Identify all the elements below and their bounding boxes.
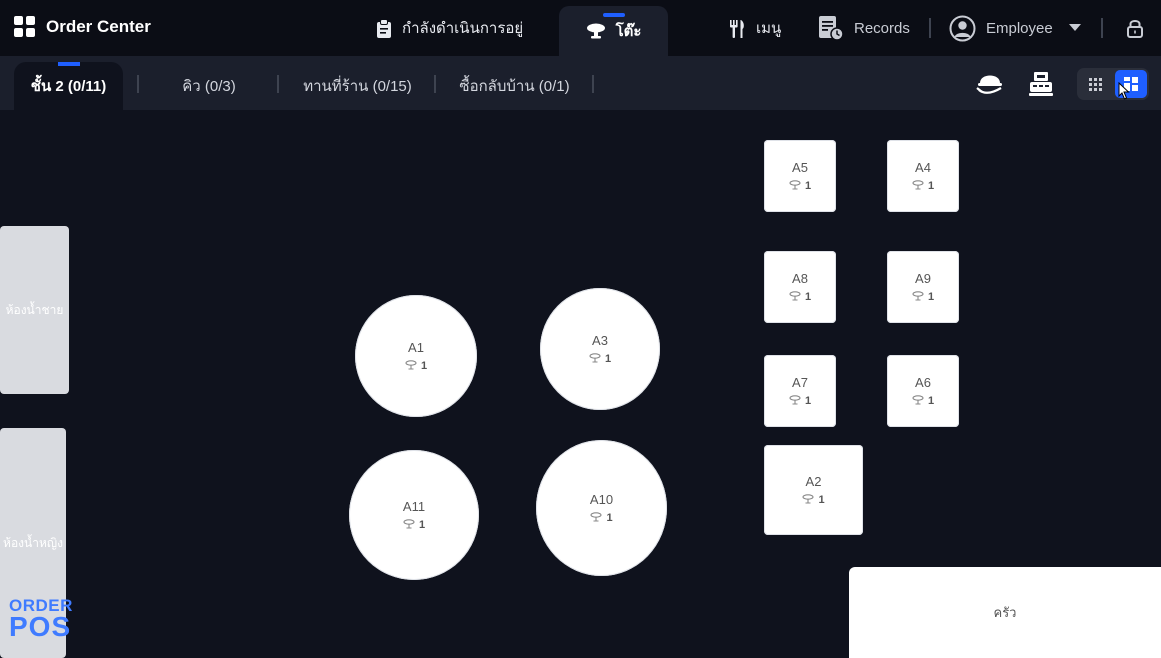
table-name: A9: [915, 270, 931, 286]
table-name: A8: [792, 270, 808, 286]
table-a7[interactable]: A7 1: [764, 355, 836, 427]
app-title: Order Center: [46, 16, 151, 36]
mouse-cursor-icon: [1118, 81, 1130, 105]
active-tab-indicator: [57, 62, 80, 66]
divider: [434, 75, 436, 93]
kitchen-area: ครัว: [849, 567, 1161, 658]
cutlery-icon: [728, 19, 746, 38]
view-mode-toggle: [1077, 68, 1149, 100]
tab-label: ชั้น 2 (0/11): [30, 78, 107, 95]
seat-count: 1: [589, 352, 611, 366]
table-a4[interactable]: A4 1: [887, 140, 959, 212]
table-seat-icon: [789, 394, 801, 408]
table-name: A1: [408, 339, 424, 355]
table-a9[interactable]: A9 1: [887, 251, 959, 323]
user-avatar-icon: [949, 15, 976, 42]
table-seat-icon: [802, 493, 814, 507]
chevron-down-icon: [1068, 24, 1081, 32]
records-icon: [818, 15, 844, 41]
tab-takeaway[interactable]: ซื้อกลับบ้าน (0/1): [447, 62, 582, 110]
tab-label: ทานที่ร้าน (0/15): [303, 78, 412, 95]
nav-item-in-progress[interactable]: กำลังดำเนินการอยู่: [376, 0, 523, 56]
divider: [277, 75, 279, 93]
clipboard-icon: [376, 18, 392, 38]
table-seat-icon: [912, 394, 924, 408]
table-name: A11: [402, 498, 426, 514]
table-seat-icon: [590, 511, 602, 525]
user-menu[interactable]: Employee: [949, 0, 1081, 56]
table-seat-icon: [589, 352, 601, 366]
tab-label: คิว (0/3): [182, 78, 236, 95]
table-a2[interactable]: A2 1: [764, 445, 863, 535]
table-name: A6: [915, 374, 931, 390]
table-name: A5: [792, 159, 808, 175]
nav-item-menu[interactable]: เมนู: [728, 0, 781, 56]
apps-grid-icon: [14, 16, 35, 37]
orderpos-logo: ORDER POS: [9, 597, 73, 643]
tab-dine-in[interactable]: ทานที่ร้าน (0/15): [290, 62, 425, 110]
table-seat-icon: [789, 290, 801, 304]
room-label: ห้องน้ำชาย: [5, 302, 64, 317]
nav-label: Records: [854, 19, 910, 37]
app-brand[interactable]: Order Center: [14, 16, 151, 37]
room-label: ครัว: [993, 605, 1017, 620]
nav-label: โต๊ะ: [615, 23, 642, 40]
lock-icon[interactable]: [1124, 17, 1146, 39]
grid-view-icon[interactable]: [1079, 70, 1111, 98]
divider: [592, 75, 594, 93]
table-seat-icon: [912, 179, 924, 193]
table-name: A2: [805, 473, 822, 489]
seat-count: 1: [405, 359, 427, 373]
seat-count: 1: [590, 511, 613, 525]
tab-floor-2[interactable]: ชั้น 2 (0/11): [14, 62, 123, 110]
table-a11[interactable]: A11 1: [349, 450, 479, 580]
table-seat-icon: [403, 518, 415, 532]
table-name: A3: [592, 332, 608, 348]
seat-count: 1: [912, 394, 934, 408]
nav-item-tables[interactable]: โต๊ะ: [559, 6, 668, 56]
divider: [137, 75, 139, 93]
seat-count: 1: [912, 179, 934, 193]
tab-label: ซื้อกลับบ้าน (0/1): [459, 78, 570, 95]
table-seat-icon: [789, 179, 801, 193]
tab-queue[interactable]: คิว (0/3): [150, 62, 268, 110]
room-label: ห้องน้ำหญิง: [3, 535, 63, 550]
table-name: A10: [589, 491, 614, 507]
seat-count: 1: [789, 290, 811, 304]
table-name: A4: [915, 159, 931, 175]
table-a8[interactable]: A8 1: [764, 251, 836, 323]
table-icon: [586, 22, 606, 40]
logo-line-2: POS: [9, 611, 72, 643]
table-a10[interactable]: A10 1: [536, 440, 667, 576]
active-tab-indicator: [602, 13, 625, 17]
table-a3[interactable]: A3 1: [540, 288, 660, 410]
seat-count: 1: [802, 493, 825, 507]
nav-label: กำลังดำเนินการอยู่: [402, 20, 524, 37]
mens-restroom: ห้องน้ำชาย: [0, 226, 69, 394]
cashier-icon[interactable]: [1027, 70, 1055, 98]
seat-count: 1: [789, 179, 811, 193]
nav-item-records[interactable]: Records: [818, 0, 910, 56]
table-name: A7: [792, 374, 808, 390]
user-label: Employee: [986, 19, 1053, 37]
seat-count: 1: [789, 394, 811, 408]
seat-count: 1: [403, 518, 425, 532]
table-seat-icon: [912, 290, 924, 304]
waiter-service-icon[interactable]: [975, 70, 1005, 98]
nav-label: เมนู: [756, 20, 782, 37]
table-a5[interactable]: A5 1: [764, 140, 836, 212]
table-a1[interactable]: A1 1: [355, 295, 477, 417]
table-seat-icon: [405, 359, 417, 373]
divider: [929, 18, 931, 38]
table-a6[interactable]: A6 1: [887, 355, 959, 427]
divider: [1101, 18, 1103, 38]
seat-count: 1: [912, 290, 934, 304]
